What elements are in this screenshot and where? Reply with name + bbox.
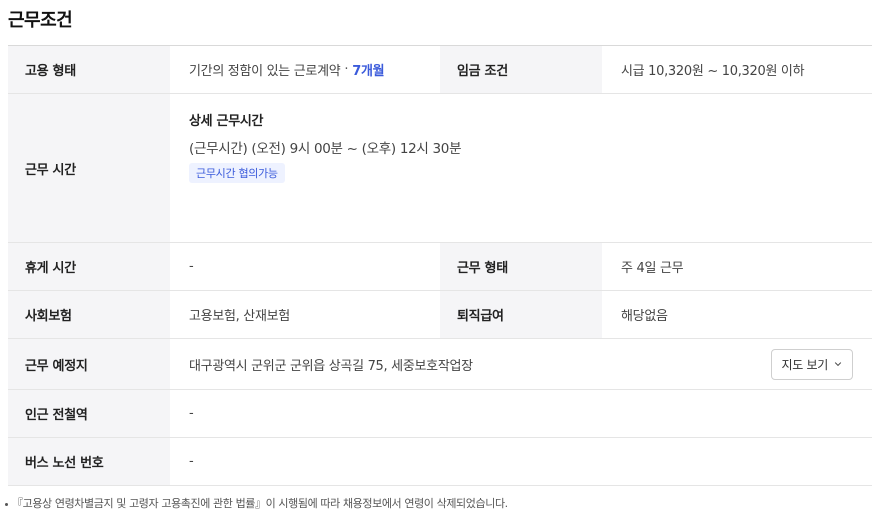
social-insurance-label: 사회보험	[8, 291, 170, 338]
work-hours-detail-title: 상세 근무시간	[189, 114, 264, 129]
nearby-subway-value: -	[189, 406, 194, 421]
view-map-label: 지도 보기	[781, 357, 829, 372]
table-row-insurance: 사회보험 고용보험, 산재보험 퇴직급여 해당없음	[8, 291, 872, 339]
work-hours-value: 상세 근무시간 (근무시간) (오전) 9시 00분 ~ (오후) 12시 30…	[170, 94, 872, 242]
work-type-value: 주 4일 근무	[621, 261, 684, 276]
severance-value: 해당없음	[621, 309, 668, 324]
bus-route-value: -	[189, 454, 194, 469]
work-hours-detail-text: (근무시간) (오전) 9시 00분 ~ (오후) 12시 30분	[189, 141, 462, 157]
nearby-subway-label: 인근 전철역	[8, 390, 170, 437]
table-row-employment: 고용 형태 기간의 정함이 있는 근로계약 · 7개월 임금 조건 시급 10,…	[8, 46, 872, 94]
table-row-subway: 인근 전철역 -	[8, 390, 872, 438]
break-time-label: 휴게 시간	[8, 243, 170, 290]
employment-type-text: 기간의 정함이 있는 근로계약	[189, 64, 341, 79]
section-title: 근무조건	[8, 10, 73, 31]
chevron-down-icon	[834, 362, 842, 367]
work-type-label: 근무 형태	[440, 243, 602, 290]
age-notice-text: 『고용상 연령차별금지 및 고령자 고용촉진에 관한 법률』이 시행됨에 따라 …	[12, 497, 508, 510]
severance-label: 퇴직급여	[440, 291, 602, 338]
table-row-hours: 근무 시간 상세 근무시간 (근무시간) (오전) 9시 00분 ~ (오후) …	[8, 94, 872, 243]
view-map-button[interactable]: 지도 보기	[770, 348, 853, 380]
table-row-break: 휴게 시간 - 근무 형태 주 4일 근무	[8, 243, 872, 291]
work-location-address: 대구광역시 군위군 군위읍 상곡길 75, 세중보호작업장	[189, 358, 473, 374]
bus-route-label: 버스 노선 번호	[8, 438, 170, 485]
break-time-value: -	[189, 259, 194, 274]
wage-value: 시급 10,320원 ~ 10,320원 이하	[621, 64, 805, 79]
work-location-label: 근무 예정지	[8, 339, 170, 389]
employment-separator: ·	[344, 62, 349, 77]
employment-type-label: 고용 형태	[8, 46, 170, 93]
table-row-bus: 버스 노선 번호 -	[8, 438, 872, 486]
work-location-value: 대구광역시 군위군 군위읍 상곡길 75, 세중보호작업장 지도 보기	[170, 339, 872, 389]
bullet-icon	[5, 502, 8, 506]
wage-label: 임금 조건	[440, 46, 602, 93]
employment-type-value: 기간의 정함이 있는 근로계약 · 7개월	[170, 46, 440, 93]
work-hours-label: 근무 시간	[8, 94, 170, 242]
age-notice: 『고용상 연령차별금지 및 고령자 고용촉진에 관한 법률』이 시행됨에 따라 …	[5, 495, 508, 511]
table-row-location: 근무 예정지 대구광역시 군위군 군위읍 상곡길 75, 세중보호작업장 지도 …	[8, 339, 872, 390]
work-conditions-table: 고용 형태 기간의 정함이 있는 근로계약 · 7개월 임금 조건 시급 10,…	[8, 45, 872, 486]
contract-period: 7개월	[352, 64, 385, 79]
negotiable-badge: 근무시간 협의가능	[189, 163, 285, 183]
social-insurance-value: 고용보험, 산재보험	[189, 309, 290, 324]
